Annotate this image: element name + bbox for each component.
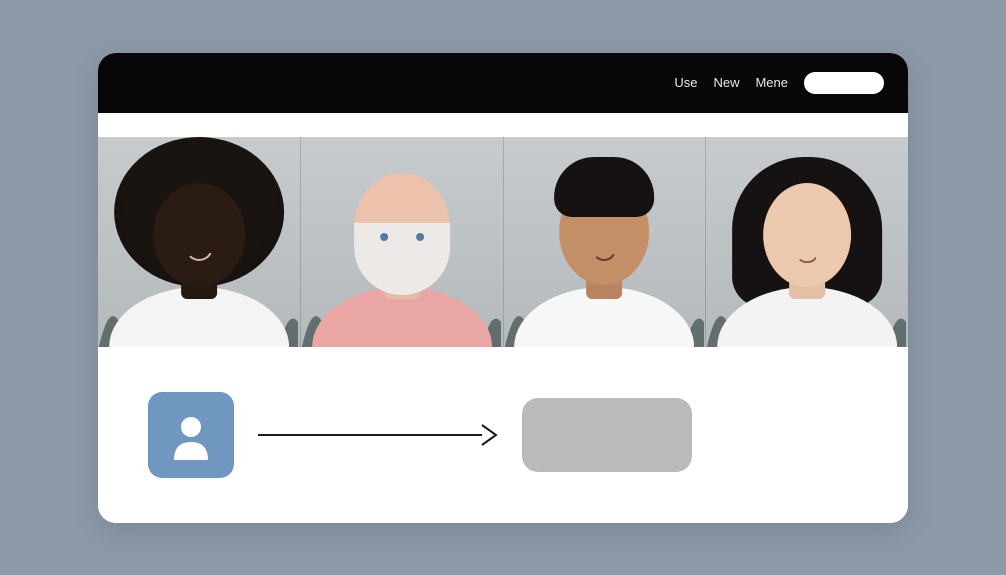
header: Use New Mene	[98, 53, 908, 113]
nav-link-new[interactable]: New	[713, 75, 739, 90]
face-cell-1	[98, 137, 301, 347]
arrow-right-icon	[258, 434, 498, 436]
face-cell-4	[706, 137, 908, 347]
avatar	[98, 137, 300, 347]
faces-row	[98, 137, 908, 347]
spacer	[98, 113, 908, 137]
nav-link-mene[interactable]: Mene	[755, 75, 788, 90]
face-cell-3	[504, 137, 707, 347]
avatar	[706, 137, 908, 347]
app-window: Use New Mene	[98, 53, 908, 523]
face-cell-2	[301, 137, 504, 347]
target-placeholder[interactable]	[522, 398, 692, 472]
bottom-panel	[98, 347, 908, 523]
avatar	[301, 137, 503, 347]
nav: Use New Mene	[674, 75, 788, 90]
search-pill[interactable]	[804, 72, 884, 94]
nav-link-use[interactable]: Use	[674, 75, 697, 90]
avatar	[504, 137, 706, 347]
person-icon[interactable]	[148, 392, 234, 478]
person-icon-svg	[166, 410, 216, 460]
